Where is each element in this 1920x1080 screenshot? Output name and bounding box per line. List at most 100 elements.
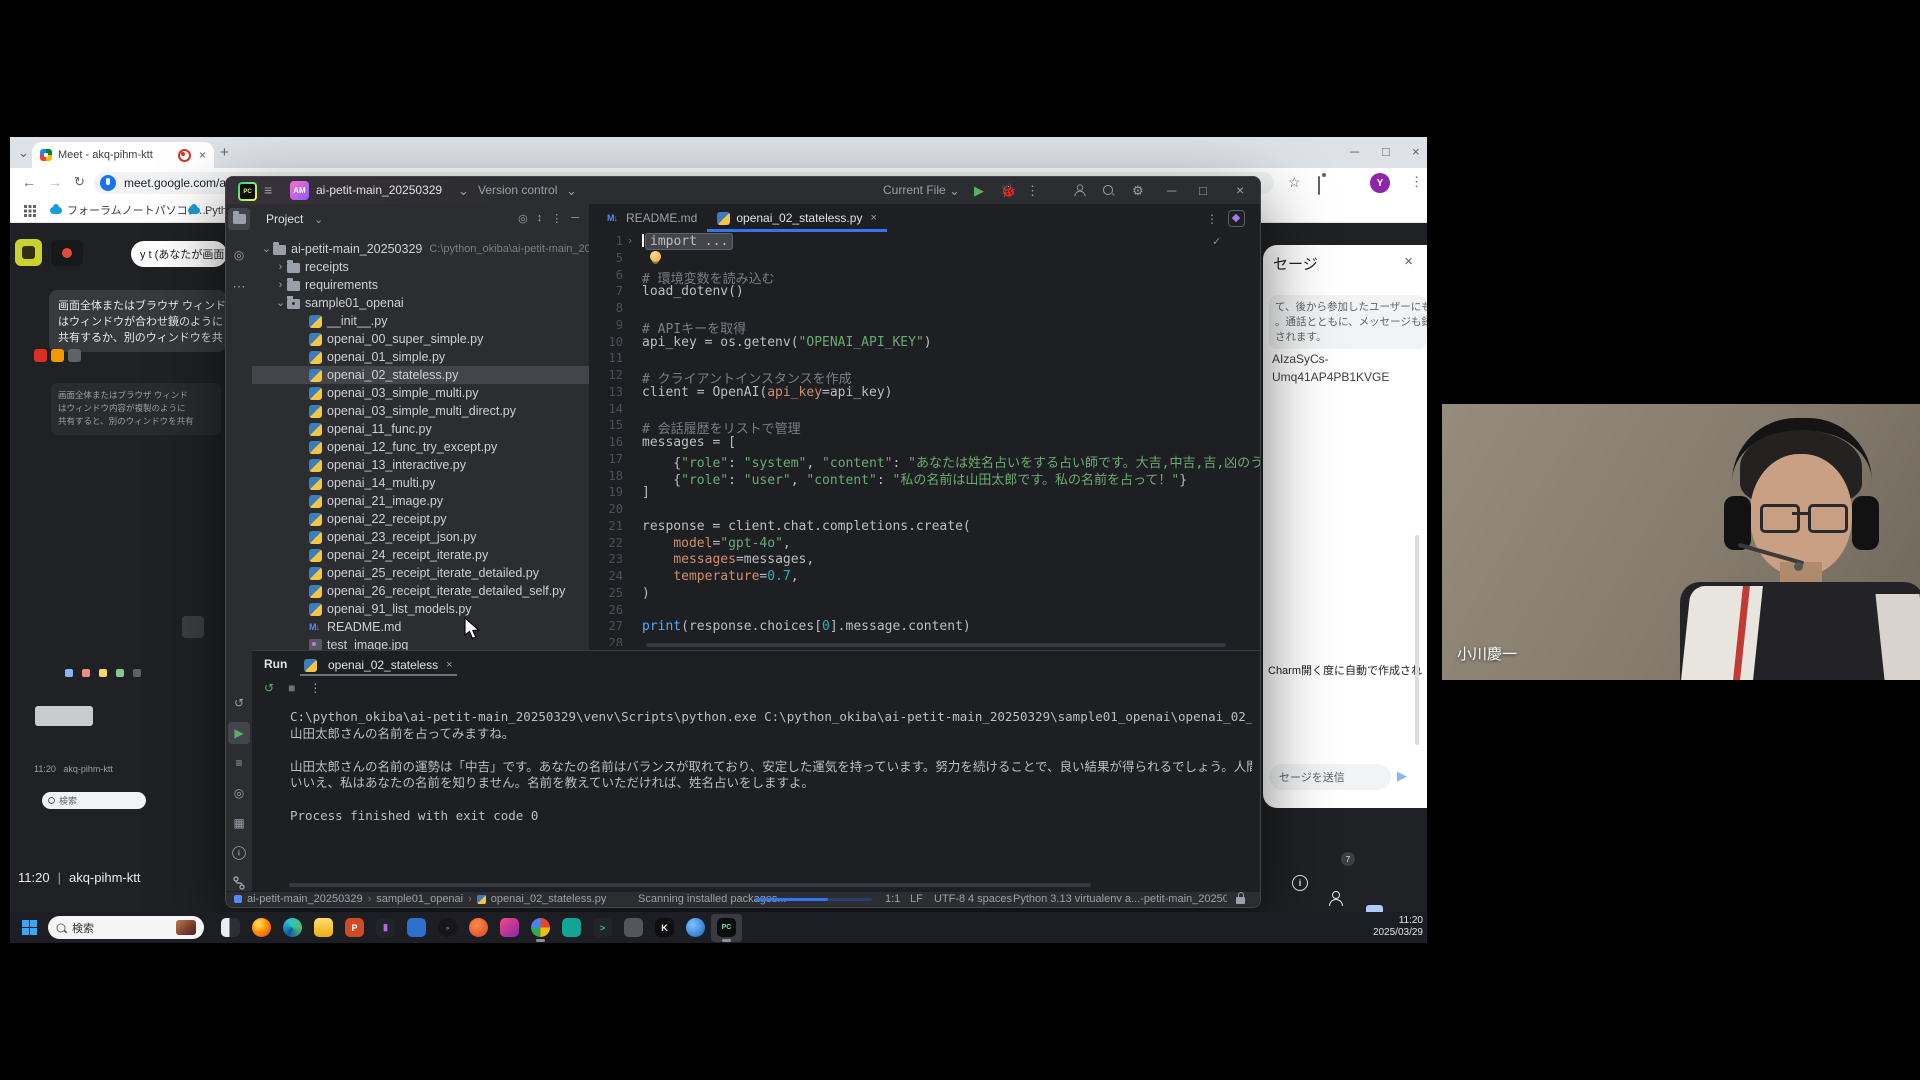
version-control-menu[interactable]: Version control bbox=[478, 183, 557, 197]
debug-button[interactable]: 🐞 bbox=[1000, 183, 1016, 198]
window-close-button[interactable]: × bbox=[1236, 183, 1244, 198]
ai-assistant-icon[interactable] bbox=[1228, 210, 1245, 227]
file-encoding[interactable]: UTF-8 bbox=[934, 893, 965, 905]
ring-app-icon[interactable]: ◦ bbox=[432, 914, 463, 942]
info-icon[interactable] bbox=[1292, 875, 1308, 891]
gray-app-icon[interactable] bbox=[618, 914, 649, 942]
tree-item[interactable]: openai_25_receipt_iterate_detailed.py bbox=[252, 564, 589, 582]
forward-icon[interactable]: → bbox=[48, 175, 62, 189]
bookmark-item[interactable]: フォーラムノートパソコン… bbox=[50, 202, 210, 218]
coverage-tool-icon[interactable]: ◎ bbox=[228, 782, 250, 804]
tree-item[interactable]: openai_22_receipt.py bbox=[252, 510, 589, 528]
chevron-icon[interactable]: › bbox=[274, 258, 287, 276]
search-everywhere-icon[interactable] bbox=[1103, 183, 1113, 198]
tree-item[interactable]: openai_01_simple.py bbox=[252, 348, 589, 366]
browser-close-button[interactable]: × bbox=[1412, 145, 1420, 158]
send-icon[interactable]: ▶ bbox=[1397, 768, 1407, 784]
taskbar-search[interactable]: 検索 bbox=[48, 916, 204, 939]
run-tool-icon[interactable]: ▶ bbox=[228, 722, 250, 744]
chrome-icon[interactable] bbox=[525, 914, 556, 942]
code-editor[interactable]: 1›import ...56# 環境変数を読み込む7load_dotenv()8… bbox=[589, 232, 1260, 646]
participants-icon[interactable] bbox=[1328, 891, 1344, 905]
tree-item[interactable]: openai_12_func_try_except.py bbox=[252, 438, 589, 456]
close-icon[interactable]: × bbox=[446, 659, 452, 671]
commit-tool-icon[interactable]: ◎ bbox=[228, 244, 250, 266]
tree-item[interactable]: ⌄sample01_openai bbox=[252, 294, 589, 312]
tab-close-icon[interactable]: × bbox=[199, 148, 206, 162]
firefox-icon[interactable] bbox=[246, 914, 277, 942]
close-icon[interactable]: × bbox=[870, 212, 876, 224]
tree-item[interactable]: openai_11_func.py bbox=[252, 420, 589, 438]
settings-gear-icon[interactable]: ⚙ bbox=[1132, 183, 1144, 198]
chevron-icon[interactable]: ⌄ bbox=[260, 240, 273, 258]
structure-tool-icon[interactable]: ▦ bbox=[228, 812, 250, 834]
locate-file-icon[interactable]: ◎ bbox=[518, 212, 528, 225]
tree-item[interactable]: openai_21_image.py bbox=[252, 492, 589, 510]
add-user-icon[interactable] bbox=[1072, 183, 1088, 197]
chevron-icon[interactable]: › bbox=[274, 276, 287, 294]
run-button[interactable]: ▶ bbox=[974, 183, 984, 198]
tree-item[interactable]: README.md bbox=[252, 618, 589, 636]
globe-app-icon[interactable] bbox=[680, 914, 711, 942]
meet-presentation-icon[interactable] bbox=[15, 239, 42, 266]
project-tool-icon[interactable] bbox=[228, 208, 250, 230]
tree-item[interactable]: openai_24_receipt_iterate.py bbox=[252, 546, 589, 564]
bookmark-star-icon[interactable]: ☆ bbox=[1288, 175, 1301, 189]
tree-item[interactable]: openai_02_stateless.py bbox=[252, 366, 589, 384]
mic-icon[interactable] bbox=[100, 175, 116, 191]
chat-input[interactable]: セージを送信 bbox=[1269, 764, 1391, 790]
options-icon[interactable]: ⋮ bbox=[551, 212, 562, 225]
close-icon[interactable]: × bbox=[1404, 253, 1413, 270]
editor-tab[interactable]: openai_02_stateless.py× bbox=[707, 204, 887, 232]
browser-tab-meet[interactable]: Meet - akq-pihm-ktt × bbox=[32, 142, 214, 168]
tree-item[interactable]: openai_26_receipt_iterate_detailed_self.… bbox=[252, 582, 589, 600]
extensions-icon[interactable] bbox=[1318, 176, 1320, 195]
meet-presenting-chip[interactable]: y t (あなたが画面… bbox=[131, 241, 227, 267]
back-icon[interactable]: ← bbox=[22, 175, 36, 189]
tree-item[interactable]: ⌄ai-petit-main_20250329C:\python_okiba\a… bbox=[252, 240, 589, 258]
browser-minimize-button[interactable]: ─ bbox=[1350, 145, 1359, 158]
media-app-icon[interactable]: ▮ bbox=[370, 914, 401, 942]
window-maximize-button[interactable]: □ bbox=[1199, 183, 1207, 198]
window-minimize-button[interactable]: ─ bbox=[1167, 183, 1176, 198]
caret-position[interactable]: 1:1 bbox=[885, 893, 900, 905]
console-options-icon[interactable]: ⋮ bbox=[309, 681, 321, 695]
run-tab[interactable]: openai_02_stateless × bbox=[300, 654, 457, 676]
stop-icon[interactable]: ■ bbox=[288, 681, 295, 695]
tree-item[interactable]: openai_91_list_models.py bbox=[252, 600, 589, 618]
history-icon[interactable]: ↺ bbox=[228, 692, 250, 714]
tree-item[interactable]: __init__.py bbox=[252, 312, 589, 330]
pycharm-icon[interactable]: PC bbox=[711, 914, 742, 942]
browser-menu-icon[interactable]: ⋮ bbox=[1410, 175, 1423, 188]
services-tool-icon[interactable]: ≡ bbox=[228, 752, 250, 774]
powerpoint-icon[interactable]: P bbox=[339, 914, 370, 942]
breadcrumb-item[interactable]: openai_02_stateless.py bbox=[491, 893, 607, 905]
file-explorer-icon[interactable] bbox=[308, 914, 339, 942]
project-tree[interactable]: ⌄ai-petit-main_20250329C:\python_okiba\a… bbox=[252, 240, 589, 650]
tree-item[interactable]: test_image.jpg bbox=[252, 636, 589, 650]
tree-item[interactable]: ›receipts bbox=[252, 258, 589, 276]
problems-tool-icon[interactable] bbox=[228, 842, 250, 864]
edge-icon[interactable] bbox=[277, 914, 308, 942]
chevron-icon[interactable]: ⌄ bbox=[274, 294, 287, 312]
new-tab-button[interactable]: + bbox=[220, 145, 229, 160]
tree-item[interactable]: ›requirements bbox=[252, 276, 589, 294]
tree-item[interactable]: openai_03_simple_multi_direct.py bbox=[252, 402, 589, 420]
k-app-icon[interactable]: K bbox=[649, 914, 680, 942]
main-menu-icon[interactable]: ≡ bbox=[264, 183, 272, 198]
teal-app-icon[interactable] bbox=[556, 914, 587, 942]
reload-icon[interactable]: ↻ bbox=[74, 175, 85, 188]
apps-grid-icon[interactable] bbox=[24, 205, 27, 208]
project-name[interactable]: ai-petit-main_20250329 bbox=[316, 183, 442, 197]
indent-style[interactable]: 4 spaces bbox=[968, 893, 1012, 905]
fold-arrow-icon[interactable]: › bbox=[623, 234, 637, 251]
more-actions-icon[interactable]: ⋮ bbox=[1026, 183, 1039, 198]
hide-panel-icon[interactable]: ─ bbox=[571, 212, 579, 225]
tree-item[interactable]: openai_13_interactive.py bbox=[252, 456, 589, 474]
photos-app-icon[interactable] bbox=[215, 914, 246, 942]
tree-item[interactable]: openai_03_simple_multi.py bbox=[252, 384, 589, 402]
intention-bulb-icon[interactable] bbox=[650, 251, 661, 262]
line-separator[interactable]: LF bbox=[910, 893, 923, 905]
chat-scrollbar[interactable] bbox=[1415, 535, 1419, 745]
lock-icon[interactable] bbox=[1236, 897, 1245, 904]
